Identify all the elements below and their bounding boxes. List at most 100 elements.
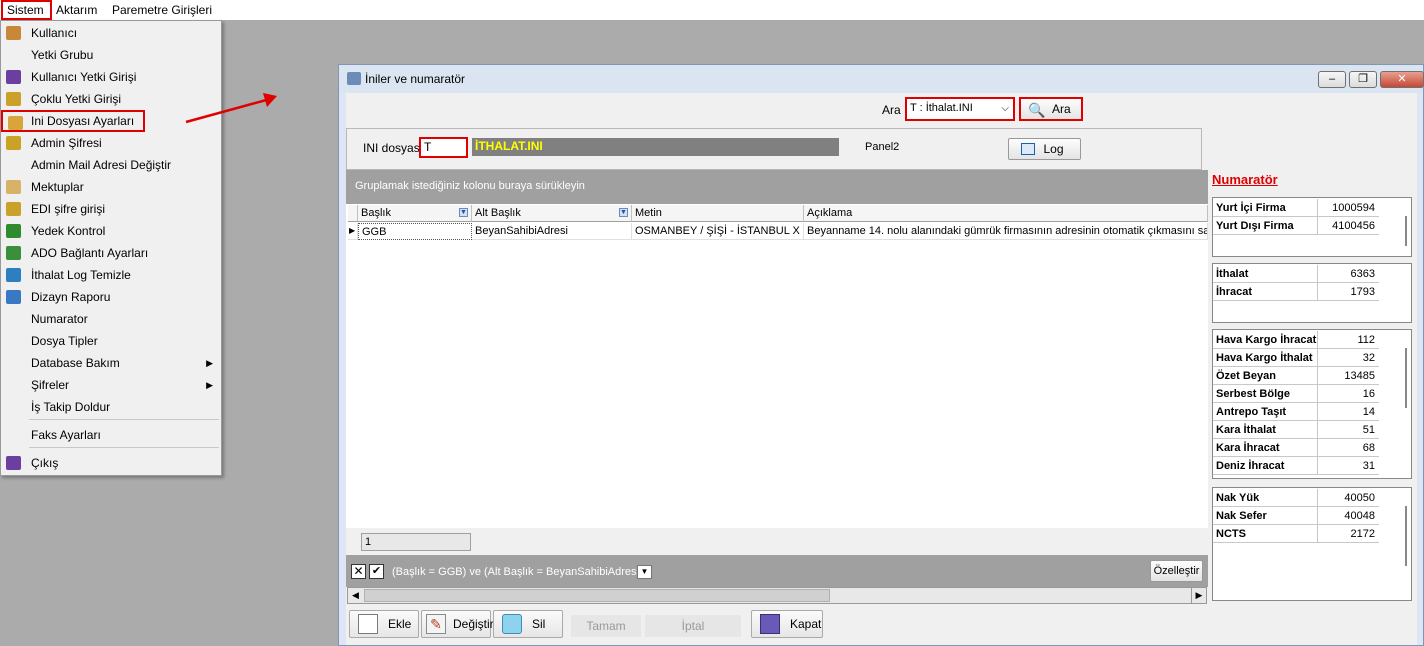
numarator-title: Numaratör bbox=[1212, 172, 1278, 187]
menu-item-12[interactable]: İthalat Log Temizle bbox=[1, 264, 221, 286]
menu-item-16[interactable]: Database Bakım ▶ bbox=[1, 352, 221, 374]
filter-icon[interactable]: ▼ bbox=[459, 208, 468, 217]
book-icon bbox=[6, 70, 21, 84]
close-form-button[interactable]: Kapat bbox=[751, 610, 823, 638]
numarator-key: Nak Sefer bbox=[1216, 510, 1267, 522]
menu-item-label: Kullanıcı Yetki Girişi bbox=[31, 70, 137, 84]
menu-item-6[interactable]: Admin Şifresi bbox=[1, 132, 221, 154]
cell-baslik[interactable]: GGB bbox=[358, 223, 472, 240]
scroll-thumb[interactable] bbox=[364, 589, 830, 602]
menu-item-8[interactable]: Mektuplar bbox=[1, 176, 221, 198]
menu-item-1[interactable]: Kullanıcı bbox=[1, 22, 221, 44]
edit-button[interactable]: ✎ Değiştir bbox=[421, 610, 494, 638]
search-button[interactable]: 🔍 Ara bbox=[1019, 97, 1083, 121]
numarator-key: Özet Beyan bbox=[1216, 370, 1276, 382]
numarator-value: 32 bbox=[1317, 349, 1379, 367]
ini-select-value: T : İthalat.INI bbox=[910, 102, 973, 114]
menu-item-label: İş Takip Doldur bbox=[31, 400, 111, 414]
column-header-alt-baslik[interactable]: Alt Başlık ▼ bbox=[472, 205, 632, 222]
clear-filter-icon[interactable]: ✕ bbox=[351, 564, 366, 579]
menu-bar: Sistem Aktarım Paremetre Girişleri bbox=[0, 0, 1424, 20]
numarator-value: 13485 bbox=[1317, 367, 1379, 385]
menu-item-label: Dizayn Raporu bbox=[31, 290, 111, 304]
cell-aciklama[interactable]: Beyanname 14. nolu alanındaki gümrük fir… bbox=[804, 223, 1208, 240]
numarator-scrollbar[interactable] bbox=[1405, 348, 1407, 408]
menu-item-17[interactable]: Şifreler ▶ bbox=[1, 374, 221, 396]
cell-alt-baslik[interactable]: BeyanSahibiAdresi bbox=[472, 223, 632, 240]
menu-separator bbox=[29, 447, 219, 448]
horizontal-scrollbar[interactable]: ◀ ▶ bbox=[347, 587, 1207, 604]
log-button[interactable]: Log bbox=[1008, 138, 1081, 160]
window-content: Ara T : İthalat.INI ⌵ 🔍 Ara INI dosyası … bbox=[346, 93, 1417, 645]
ini-select[interactable]: T : İthalat.INI ⌵ bbox=[905, 97, 1015, 121]
minimize-button[interactable]: ‒ bbox=[1318, 71, 1346, 88]
menu-aktarim[interactable]: Aktarım bbox=[52, 2, 101, 19]
row-indicator-header bbox=[348, 205, 358, 222]
menu-item-10[interactable]: Yedek Kontrol bbox=[1, 220, 221, 242]
numarator-value: 40048 bbox=[1317, 507, 1379, 525]
column-header-baslik[interactable]: Başlık ▼ bbox=[358, 205, 472, 222]
numarator-scrollbar[interactable] bbox=[1405, 216, 1407, 246]
menu-item-label: Database Bakım bbox=[31, 356, 120, 370]
menu-item-18[interactable]: İş Takip Doldur bbox=[1, 396, 221, 418]
search-button-label: Ara bbox=[1052, 102, 1071, 116]
numarator-value: 40050 bbox=[1317, 489, 1379, 507]
menu-item-15[interactable]: Dosya Tipler bbox=[1, 330, 221, 352]
ini-filename: İTHALAT.INI bbox=[472, 138, 839, 156]
window-title: İniler ve numaratör bbox=[365, 72, 466, 86]
numarator-row: Nak Sefer 40048 bbox=[1213, 507, 1379, 525]
numarator-value: 6363 bbox=[1317, 265, 1379, 283]
ini-code-input[interactable]: T bbox=[419, 137, 468, 158]
cancel-button[interactable]: İptal bbox=[645, 615, 741, 637]
customize-button[interactable]: Özelleştir bbox=[1150, 560, 1203, 582]
column-header-metin[interactable]: Metin bbox=[632, 205, 804, 222]
new-document-icon bbox=[358, 614, 378, 634]
numarator-key: Hava Kargo İthalat bbox=[1216, 352, 1313, 364]
exit-icon bbox=[6, 456, 21, 470]
numarator-row: NCTS 2172 bbox=[1213, 525, 1379, 543]
filter-checkbox[interactable]: ✔ bbox=[369, 564, 384, 579]
numarator-key: Nak Yük bbox=[1216, 492, 1260, 504]
menu-item-label: Admin Şifresi bbox=[31, 136, 102, 150]
search-label: Ara bbox=[882, 103, 901, 117]
ok-button[interactable]: Tamam bbox=[571, 615, 641, 637]
menu-sistem[interactable]: Sistem bbox=[1, 0, 52, 20]
maximize-button[interactable]: ❐ bbox=[1349, 71, 1377, 88]
keys-icon bbox=[6, 92, 21, 106]
numarator-value: 14 bbox=[1317, 403, 1379, 421]
menu-item-14[interactable]: Numarator bbox=[1, 308, 221, 330]
add-button[interactable]: Ekle bbox=[349, 610, 419, 638]
door-exit-icon bbox=[760, 614, 780, 634]
filter-dropdown-icon[interactable]: ▼ bbox=[637, 565, 652, 579]
menu-item-7[interactable]: Admin Mail Adresi Değiştir bbox=[1, 154, 221, 176]
scroll-left-icon[interactable]: ◀ bbox=[348, 588, 363, 603]
menu-item-19[interactable]: Faks Ayarları bbox=[1, 424, 221, 446]
row-pointer-icon: ▶ bbox=[348, 223, 358, 240]
numarator-key: Hava Kargo İhracat bbox=[1216, 334, 1317, 346]
numarator-row: Hava Kargo İthalat 32 bbox=[1213, 349, 1379, 367]
menu-item-label: Admin Mail Adresi Değiştir bbox=[31, 158, 172, 172]
column-header-aciklama[interactable]: Açıklama bbox=[804, 205, 1208, 222]
delete-button[interactable]: Sil bbox=[493, 610, 563, 638]
menu-item-11[interactable]: ADO Bağlantı Ayarları bbox=[1, 242, 221, 264]
cell-metin[interactable]: OSMANBEY / ŞİŞİ - İSTANBUL X bbox=[632, 223, 804, 240]
menu-item-9[interactable]: EDI şifre girişi bbox=[1, 198, 221, 220]
key-icon bbox=[6, 136, 21, 150]
iniler-window: İniler ve numaratör ‒ ❐ ✕ Ara T : İthala… bbox=[338, 64, 1424, 646]
menu-item-5[interactable]: Ini Dosyası Ayarları bbox=[1, 110, 145, 132]
numarator-row: Deniz İhracat 31 bbox=[1213, 457, 1379, 475]
menu-item-20[interactable]: Çıkış bbox=[1, 452, 221, 474]
edit-icon: ✎ bbox=[426, 614, 446, 634]
numarator-value: 112 bbox=[1317, 331, 1379, 349]
letter-icon bbox=[6, 180, 21, 194]
numarator-row: Nak Yük 40050 bbox=[1213, 489, 1379, 507]
close-button[interactable]: ✕ bbox=[1380, 71, 1424, 88]
filter-icon[interactable]: ▼ bbox=[619, 208, 628, 217]
submenu-arrow-icon: ▶ bbox=[206, 358, 213, 368]
numarator-scrollbar[interactable] bbox=[1405, 506, 1407, 566]
magnifier-icon: 🔍 bbox=[1028, 102, 1046, 118]
scroll-right-icon[interactable]: ▶ bbox=[1191, 588, 1206, 603]
menu-item-13[interactable]: Dizayn Raporu bbox=[1, 286, 221, 308]
menu-item-2[interactable]: Yetki Grubu bbox=[1, 44, 221, 66]
menu-parametre-girisleri[interactable]: Paremetre Girişleri bbox=[108, 2, 216, 19]
